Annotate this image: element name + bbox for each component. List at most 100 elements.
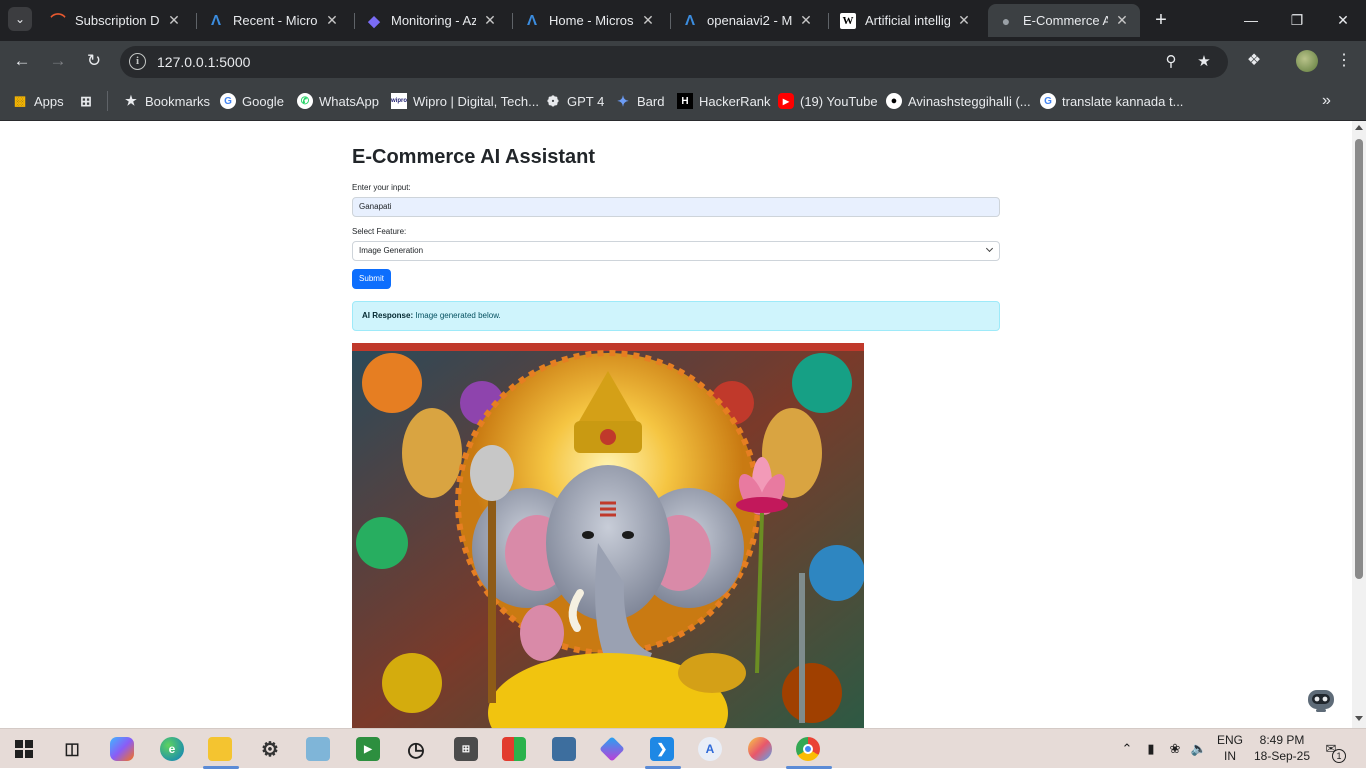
copilot-icon[interactable] <box>110 737 134 761</box>
volume-muted-icon[interactable]: 🔈 <box>1190 739 1208 759</box>
tab-home[interactable]: Λ Home - Microsoft ✕ <box>514 4 666 37</box>
show-hidden-icons-chevron-icon[interactable]: ⌃ <box>1118 739 1136 759</box>
clock-icon[interactable]: ◷ <box>404 737 428 761</box>
azure-arc-icon: ⌒ <box>50 13 66 30</box>
tab-ecommerce-ai[interactable]: ● E-Commerce AI ✕ <box>988 4 1140 37</box>
chrome-icon[interactable] <box>796 737 820 761</box>
bookmark-bookmarks[interactable]: ★ Bookmarks <box>123 92 210 110</box>
scroll-up-arrow-icon[interactable] <box>1355 125 1363 130</box>
bookmark-label: HackerRank <box>699 93 771 109</box>
youtube-icon: ▶ <box>778 93 794 109</box>
back-button[interactable]: ← <box>10 49 34 73</box>
close-tab-icon[interactable]: ✕ <box>956 12 972 29</box>
bookmark-bard[interactable]: ✦ Bard <box>615 92 664 110</box>
tab-subscription[interactable]: ⌒ Subscription Det ✕ <box>40 4 192 37</box>
grid-icon: ⊞ <box>80 92 92 109</box>
bookmark-label: GPT 4 <box>567 93 605 109</box>
bookmark-gpt4[interactable]: ❁ GPT 4 <box>545 92 604 110</box>
battery-icon[interactable]: ▮ <box>1142 739 1160 759</box>
tab-title: Artificial intellige <box>865 13 950 28</box>
url-text[interactable]: 127.0.0.1:5000 <box>157 54 250 70</box>
bookmark-hackerrank[interactable]: H HackerRank <box>677 92 771 110</box>
bookmark-star-icon[interactable]: ★ <box>1194 52 1214 72</box>
tab-monitoring[interactable]: ◆ Monitoring - Azu ✕ <box>356 4 508 37</box>
feature-label: Select Feature: <box>352 227 407 236</box>
tab-search-chevron-icon[interactable]: ⌄ <box>8 7 32 31</box>
globe-icon: ● <box>1001 12 1011 29</box>
minimize-window-button[interactable]: — <box>1236 8 1266 32</box>
tab-recent[interactable]: Λ Recent - Microsc ✕ <box>198 4 350 37</box>
close-tab-icon[interactable]: ✕ <box>1114 12 1130 29</box>
scroll-thumb[interactable] <box>1355 139 1363 579</box>
restore-window-button[interactable]: ❐ <box>1282 8 1312 32</box>
tab-title: Subscription Det <box>75 13 160 28</box>
new-tab-button[interactable]: + <box>1150 9 1172 31</box>
bookmark-label: WhatsApp <box>319 93 379 109</box>
edge-icon[interactable]: e <box>160 737 184 761</box>
apps-grid-icon: ▩ <box>13 93 27 108</box>
python-icon[interactable] <box>552 737 576 761</box>
bookmark-wipro[interactable]: wipro Wipro | Digital, Tech... <box>391 92 539 110</box>
wifi-icon[interactable]: ❀ <box>1166 739 1184 759</box>
azure-icon: Λ <box>684 12 695 29</box>
profile-avatar[interactable] <box>1296 50 1318 72</box>
chatbot-robot-icon[interactable] <box>1306 687 1336 713</box>
zoom-icon[interactable]: ⚲ <box>1161 52 1181 72</box>
scroll-down-arrow-icon[interactable] <box>1355 716 1363 721</box>
page-scrollbar[interactable] <box>1352 121 1366 728</box>
task-view-icon[interactable]: ◫ <box>60 737 84 761</box>
more-bookmarks-chevron-icon[interactable]: » <box>1322 92 1331 110</box>
vscode-icon[interactable]: ❯ <box>650 737 674 761</box>
menu-kebab-icon[interactable]: ⋮ <box>1332 49 1356 73</box>
bookmark-translate[interactable]: G translate kannada t... <box>1040 92 1183 110</box>
office-icon[interactable] <box>502 737 526 761</box>
site-info-icon[interactable]: i <box>129 53 146 70</box>
clock-date[interactable]: 18-Sep-25 <box>1252 749 1312 763</box>
file-explorer-icon[interactable] <box>208 737 232 761</box>
windows-start-icon[interactable] <box>12 737 36 761</box>
calculator-icon[interactable]: ⊞ <box>454 737 478 761</box>
bookmark-label: (19) YouTube <box>800 93 878 109</box>
user-input-field[interactable]: Ganapati <box>352 197 1000 217</box>
submit-button[interactable]: Submit <box>352 269 391 289</box>
google-icon: G <box>1040 93 1056 109</box>
close-tab-icon[interactable]: ✕ <box>640 12 656 29</box>
bookmark-github[interactable]: ● Avinashsteggihalli (... <box>886 92 1031 110</box>
github-icon: ● <box>886 93 902 109</box>
bookmark-label: Google <box>242 93 284 109</box>
tab-title: Monitoring - Azu <box>391 13 476 28</box>
paint-icon[interactable] <box>748 737 772 761</box>
close-tab-icon[interactable]: ✕ <box>482 12 498 29</box>
feature-select[interactable]: Image Generation <box>352 241 1000 261</box>
bookmark-label: Apps <box>34 93 64 109</box>
hackerrank-icon: H <box>677 93 693 109</box>
close-tab-icon[interactable]: ✕ <box>798 12 814 29</box>
settings-icon[interactable]: ⚙ <box>258 737 282 761</box>
media-player-icon[interactable]: ▶ <box>356 737 380 761</box>
bookmark-apps[interactable]: ▩ Apps <box>12 92 64 110</box>
region-indicator[interactable]: IN <box>1214 749 1246 763</box>
tab-divider <box>196 13 197 29</box>
bookmark-google[interactable]: G Google <box>220 92 284 110</box>
notification-badge: 1 <box>1332 749 1346 763</box>
close-tab-icon[interactable]: ✕ <box>324 12 340 29</box>
notepad-icon[interactable] <box>306 737 330 761</box>
bookmark-whatsapp[interactable]: ✆ WhatsApp <box>297 92 379 110</box>
language-indicator[interactable]: ENG <box>1214 733 1246 747</box>
forward-button[interactable]: → <box>46 49 70 73</box>
close-tab-icon[interactable]: ✕ <box>166 12 182 29</box>
tab-groups-button[interactable]: ⊞ <box>78 92 100 110</box>
tab-openaiavi2[interactable]: Λ openaiavi2 - Mic ✕ <box>672 4 824 37</box>
close-window-button[interactable]: ✕ <box>1328 8 1358 32</box>
bookmark-label: Avinashsteggihalli (... <box>908 93 1031 109</box>
browser-toolbar: ← → ↻ i 127.0.0.1:5000 ⚲ ★ <box>0 41 1366 81</box>
bookmark-youtube[interactable]: ▶ (19) YouTube <box>778 92 878 110</box>
tab-artificial-intelligence[interactable]: W Artificial intellige ✕ <box>830 4 982 37</box>
azure-storage-icon[interactable]: A <box>698 737 722 761</box>
power-automate-icon[interactable] <box>599 736 625 762</box>
reload-button[interactable]: ↻ <box>82 49 106 73</box>
address-bar[interactable]: i 127.0.0.1:5000 ⚲ ★ <box>120 46 1228 78</box>
clock-time[interactable]: 8:49 PM <box>1252 733 1312 747</box>
extensions-icon[interactable]: ❖ <box>1242 49 1266 73</box>
chevron-down-icon <box>985 244 994 253</box>
